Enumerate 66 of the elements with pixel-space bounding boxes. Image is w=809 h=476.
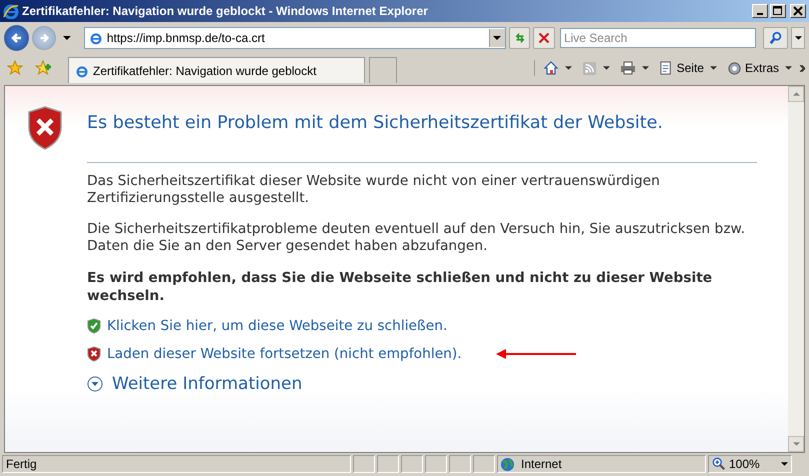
home-icon	[542, 60, 559, 76]
recommendation-text: Es wird empfohlen, dass Sie die Webseite schließen und nicht zu dieser Website wechseln.	[87, 269, 714, 305]
paragraph: Die Sicherheitszertifikatprobleme deuten eventuell auf den Versuch hin, Sie auszutricksen bzw. Daten die Sie an den Server gesendet haben abzufangen.	[87, 221, 746, 255]
minimize-button[interactable]	[752, 4, 768, 18]
refresh-icon	[512, 30, 527, 44]
page-icon	[88, 30, 103, 44]
more-info-link[interactable]: Weitere Informationen	[112, 374, 302, 394]
caret-icon	[493, 36, 502, 40]
page-icon	[75, 64, 89, 78]
status-panel	[449, 455, 471, 473]
feeds-icon	[582, 60, 597, 76]
search-field[interactable]: Live Search	[560, 28, 756, 48]
scroll-down-button[interactable]	[788, 436, 804, 452]
maximize-icon	[773, 6, 783, 16]
status-panel	[425, 455, 447, 473]
scrollbar[interactable]	[788, 86, 804, 452]
zone-text: Internet	[521, 457, 562, 471]
stop-icon	[538, 32, 550, 44]
search-options-button[interactable]	[791, 26, 805, 48]
caret-icon	[781, 462, 788, 466]
back-button[interactable]	[4, 24, 30, 50]
zoom-icon	[712, 457, 726, 471]
caret-icon	[785, 66, 792, 70]
caret-icon	[794, 36, 802, 40]
status-panel	[473, 455, 495, 473]
gear-icon	[726, 60, 742, 76]
link[interactable]: Klicken Sie hier, um diese Webseite zu schließen.	[107, 318, 448, 334]
paragraph: Das Sicherheitszertifikat dieser Website wurde nicht von einer vertrauenswürdigen Zertifizierungsstelle ausgestellt.	[87, 173, 661, 207]
browser-tab[interactable]: Zertifikatfehler: Navigation wurde geblockt	[68, 57, 365, 83]
scroll-up-button[interactable]	[788, 86, 804, 102]
caret-icon	[792, 442, 800, 446]
minimize-icon	[757, 13, 763, 15]
zoom-button[interactable]: 100%	[708, 455, 792, 473]
caret-icon	[642, 66, 649, 70]
browser-logo-icon	[3, 3, 19, 19]
caret-icon	[710, 66, 717, 70]
chevron-icon	[800, 64, 805, 72]
page-heading: Es besteht ein Problem mit dem Sicherheitszertifikat der Website.	[87, 113, 663, 133]
stop-button[interactable]	[533, 26, 555, 48]
caret-icon	[564, 66, 572, 70]
globe-icon	[500, 456, 515, 472]
caret-icon	[792, 92, 800, 96]
safe-shield-icon	[87, 318, 101, 334]
printer-icon	[620, 60, 636, 76]
tools-menu-button[interactable]: Extras	[724, 60, 794, 76]
expand-icon[interactable]	[87, 376, 103, 392]
link[interactable]: Laden dieser Website fortsetzen (nicht empfohlen).	[107, 346, 462, 362]
search-icon	[768, 30, 783, 44]
search-button[interactable]	[762, 26, 788, 48]
close-icon	[793, 6, 803, 16]
status-panel	[401, 455, 423, 473]
star-icon[interactable]	[7, 60, 23, 76]
address-field[interactable]: https://imp.bnmsp.de/to-ca.crt	[84, 26, 506, 48]
more-button[interactable]	[800, 64, 805, 72]
maximize-button[interactable]	[770, 4, 786, 18]
add-favorite-icon[interactable]	[35, 60, 51, 76]
status-panel	[377, 455, 399, 473]
dropdown-button[interactable]	[488, 28, 505, 46]
close-button[interactable]	[790, 4, 806, 18]
page-menu-button[interactable]: Seite	[656, 60, 719, 76]
window-title: Zertifikatfehler: Navigation wurde geblockt - Windows Internet Explorer	[22, 4, 429, 18]
caret-icon	[602, 66, 610, 70]
status-text: Fertig	[2, 455, 351, 473]
status-panel	[353, 455, 375, 473]
caret-icon[interactable]	[63, 36, 71, 40]
warning-shield-icon	[87, 346, 101, 362]
